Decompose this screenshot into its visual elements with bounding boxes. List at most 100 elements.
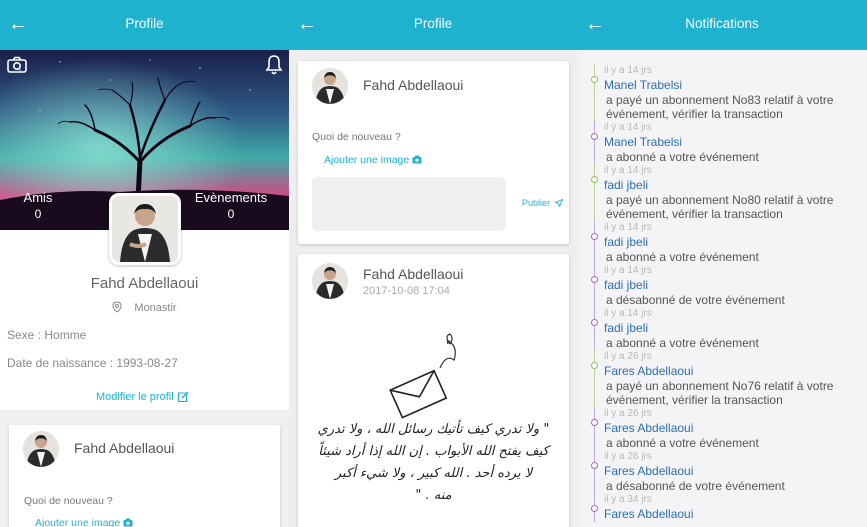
notification-time: il y a 34 jrs [604, 494, 652, 505]
image-text-line: منه . " [415, 488, 452, 503]
post-composer-card: Fahd Abdellaoui Quoi de nouveau ? Ajoute… [9, 425, 280, 527]
edit-icon [177, 391, 189, 402]
notification-text: a désabonné de votre événement [606, 293, 785, 307]
friends-count: 0 [34, 207, 42, 221]
notification-time: il y a 26 jrs [604, 408, 652, 419]
notification-user-link[interactable]: Fares Abdellaoui [604, 507, 867, 522]
timeline-dot [591, 319, 598, 326]
camera-icon [412, 155, 422, 164]
timeline-line [594, 64, 595, 121]
events-stat[interactable]: Evènements 0 [193, 190, 269, 221]
events-count: 0 [227, 207, 235, 221]
notifications-panel: ← Notifications il y a 14 jrs Manel Trabe… [577, 0, 867, 527]
profile-panel-2: ← Profile Fahd Abdellaoui Quoi de nouvea… [289, 0, 577, 527]
timeline-line [594, 164, 595, 221]
location-pin-icon [112, 301, 122, 313]
notification-user-link[interactable]: Manel Trabelsi [604, 78, 867, 93]
notification-item[interactable]: il y a 26 jrs Fares Abdellaoui a désabonné… [577, 450, 867, 493]
notification-item[interactable]: il y a 14 jrs fadi jbeli a payé un abonnem… [577, 164, 867, 221]
notification-text: a abonné a votre événement [606, 250, 759, 264]
profile-name: Fahd Abdellaoui [90, 275, 199, 292]
post-composer-card: Fahd Abdellaoui Quoi de nouveau ? Ajoute… [298, 61, 569, 244]
notification-user-link[interactable]: fadi jbeli [604, 178, 867, 193]
events-label: Evènements [194, 190, 268, 205]
notification-text: a abonné a votre événement [606, 436, 759, 450]
notification-item[interactable]: il y a 26 jrs Fares Abdellaoui a abonné a … [577, 407, 867, 450]
publish-button[interactable]: Publier [522, 198, 563, 208]
notification-item[interactable]: il y a 14 jrs Manel Trabelsi a payé un abo… [577, 64, 867, 121]
notification-user-link[interactable]: Fares Abdellaoui [604, 421, 867, 436]
post-prompt: Quoi de nouveau ? [24, 495, 113, 507]
post-text-input[interactable] [312, 177, 506, 231]
notification-time: il y a 14 jrs [604, 122, 652, 133]
image-text-line: " ولا تدري كيف تأتيك رسائل الله ، ولا تد… [317, 422, 550, 437]
app-bar: ← Profile [289, 0, 577, 50]
post-prompt: Quoi de nouveau ? [312, 131, 401, 143]
add-image-link[interactable]: Ajouter une image [35, 517, 133, 527]
notification-item[interactable]: il y a 14 jrs Manel Trabelsi a abonné a vo… [577, 121, 867, 164]
notification-item[interactable]: il y a 34 jrs Fares Abdellaoui [577, 493, 867, 522]
notification-text: a payé un abonnement No83 relatif à votr… [606, 93, 834, 107]
timeline-dot [591, 462, 598, 469]
profile-location: Monastir [0, 301, 289, 314]
author-avatar [23, 431, 59, 467]
post-card: Fahd Abdellaoui 2017-10-08 17:04 " ولا ت… [298, 254, 569, 527]
notification-user-link[interactable]: Fares Abdellaoui [604, 464, 867, 479]
timeline-dot [591, 362, 598, 369]
timeline-dot [591, 276, 598, 283]
add-image-link[interactable]: Ajouter une image [324, 154, 422, 166]
author-avatar [312, 263, 348, 299]
add-image-label: Ajouter une image [324, 154, 410, 166]
page-title: Notifications [685, 16, 759, 31]
notification-text: a payé un abonnement No76 relatif à votr… [606, 379, 834, 393]
notification-list: il y a 14 jrs Manel Trabelsi a payé un abo… [577, 64, 867, 522]
notification-text: a abonné a votre événement [606, 150, 759, 164]
camera-icon[interactable] [7, 56, 27, 74]
notification-time: il y a 26 jrs [604, 451, 652, 462]
notification-time: il y a 14 jrs [604, 308, 652, 319]
timeline-line [594, 350, 595, 407]
profile-panel-1: ← Profile Amis 0 Evènements 0 Fahd Abdel… [0, 0, 289, 527]
notification-user-link[interactable]: Fares Abdellaoui [604, 364, 867, 379]
post-date: 2017-10-08 17:04 [363, 285, 450, 297]
notification-user-link[interactable]: Manel Trabelsi [604, 135, 867, 150]
timeline-line [594, 407, 595, 450]
notification-item[interactable]: il y a 14 jrs fadi jbeli a abonné a votre … [577, 307, 867, 350]
notification-text: événement, vérifier la transaction [606, 207, 783, 221]
location-text: Monastir [134, 302, 177, 314]
notification-user-link[interactable]: fadi jbeli [604, 278, 867, 293]
profile-avatar[interactable] [109, 193, 181, 265]
profile-birthdate: Date de naissance : 1993-08-27 [7, 356, 178, 370]
edit-profile-link[interactable]: Modifier le profil [96, 391, 189, 403]
post-image[interactable]: " ولا تدري كيف تأتيك رسائل الله ، ولا تد… [298, 314, 569, 527]
author-avatar [312, 68, 348, 104]
page-title: Profile [413, 16, 453, 31]
friends-stat[interactable]: Amis 0 [18, 190, 58, 221]
notification-item[interactable]: il y a 14 jrs fadi jbeli a abonné a votre … [577, 221, 867, 264]
timeline-dot [591, 133, 598, 140]
notification-text: a désabonné de votre événement [606, 479, 785, 493]
notification-time: il y a 14 jrs [604, 265, 652, 276]
timeline-dot [591, 233, 598, 240]
edit-profile-label: Modifier le profil [96, 391, 174, 403]
notification-user-link[interactable]: fadi jbeli [604, 235, 867, 250]
notification-text: événement, vérifier la transaction [606, 107, 783, 121]
notification-time: il y a 14 jrs [604, 222, 652, 233]
notification-item[interactable]: il y a 26 jrs Fares Abdellaoui a payé un a… [577, 350, 867, 407]
bell-icon[interactable] [264, 54, 284, 76]
timeline-line [594, 264, 595, 307]
timeline-dot [591, 76, 598, 83]
timeline-line [594, 121, 595, 164]
notification-time: il y a 26 jrs [604, 351, 652, 362]
image-text-line: كيف يفتح الله الأبواب . إن الله إذا أراد… [318, 444, 549, 459]
author-name: Fahd Abdellaoui [363, 77, 464, 93]
notification-item[interactable]: il y a 14 jrs fadi jbeli a désabonné de vo… [577, 264, 867, 307]
app-screenshot: ← Profile Amis 0 Evènements 0 Fahd Abdel… [0, 0, 867, 527]
app-bar: ← Notifications [577, 0, 867, 50]
notification-user-link[interactable]: fadi jbeli [604, 321, 867, 336]
send-icon [553, 198, 563, 208]
profile-sex: Sexe : Homme [7, 328, 87, 342]
timeline-dot [591, 419, 598, 426]
friends-label: Amis [23, 190, 53, 205]
timeline-dot [591, 505, 598, 512]
